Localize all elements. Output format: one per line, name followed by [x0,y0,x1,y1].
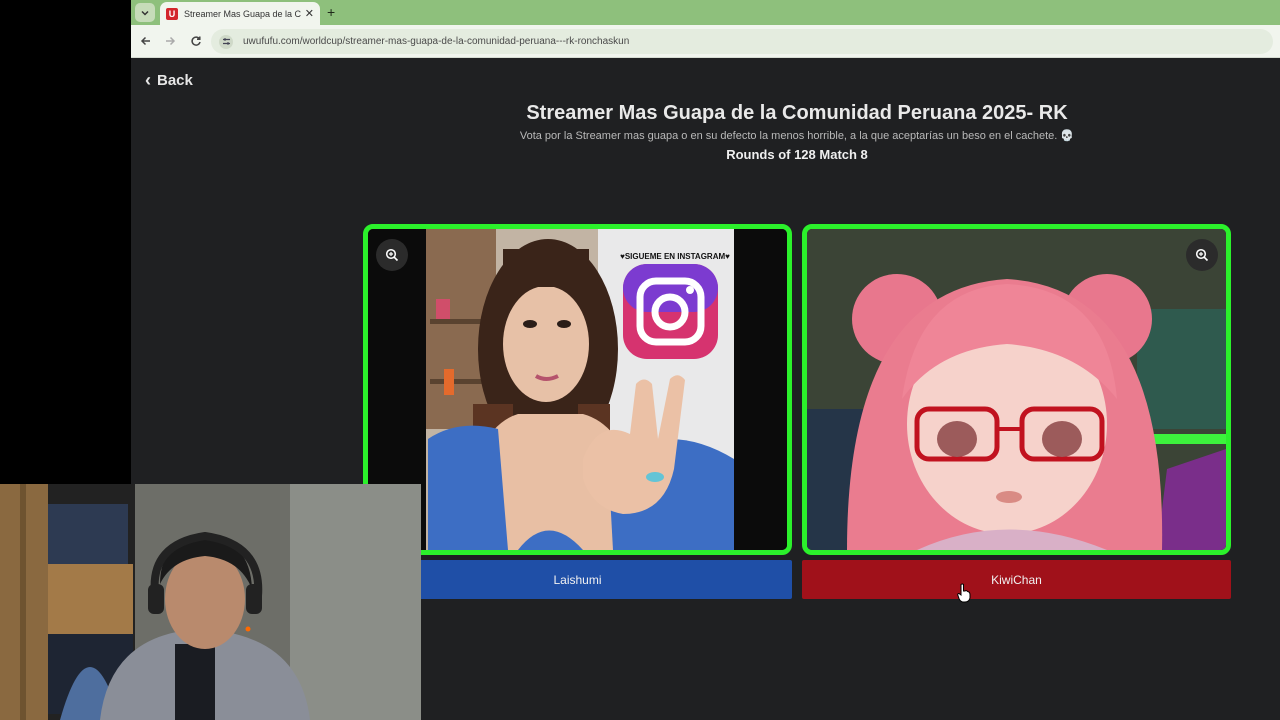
zoom-in-icon[interactable] [376,239,408,271]
webcam-overlay [0,484,421,720]
site-info-icon[interactable] [219,34,233,49]
page-title: Streamer Mas Guapa de la Comunidad Perua… [526,102,1068,124]
vote-button-left[interactable]: Laishumi [363,560,792,599]
arrow-right-icon[interactable] [162,33,178,49]
tab-title: Streamer Mas Guapa de la Comunidad Perua… [184,8,301,19]
candidate-name-right: KiwiChan [991,572,1042,587]
screen: U Streamer Mas Guapa de la Comunidad Per… [0,0,1280,720]
webcam-feed [0,484,421,720]
candidate-name-left: Laishumi [553,572,602,587]
hand-cursor-icon [957,583,971,603]
candidate-image-laishumi: ♥SIGUEME EN INSTAGRAM♥ [368,229,787,550]
page-description: Vota por la Streamer mas guapa o en su d… [519,130,1075,142]
close-icon[interactable]: ✕ [305,7,314,20]
url-text: uwufufu.com/worldcup/streamer-mas-guapa-… [243,36,630,47]
browser-tab[interactable]: U Streamer Mas Guapa de la Comunidad Per… [160,2,320,25]
candidate-card-left[interactable]: ♥SIGUEME EN INSTAGRAM♥ [363,224,792,555]
candidate-image-kiwichan [807,229,1226,550]
back-link[interactable]: ‹ Back [145,70,193,91]
chevron-down-icon [141,10,149,16]
instagram-overlay-text: ♥SIGUEME EN INSTAGRAM♥ [620,252,730,261]
tab-strip: U Streamer Mas Guapa de la Comunidad Per… [131,0,1280,25]
plus-icon[interactable]: + [327,4,335,20]
vote-button-right[interactable]: KiwiChan [802,560,1231,599]
zoom-in-icon[interactable] [1186,239,1218,271]
address-bar[interactable]: uwufufu.com/worldcup/streamer-mas-guapa-… [211,29,1273,54]
browser-toolbar: uwufufu.com/worldcup/streamer-mas-guapa-… [131,25,1280,58]
reload-icon[interactable] [188,33,204,49]
tab-search-button[interactable] [135,3,155,22]
round-info: Rounds of 128 Match 8 [726,147,868,162]
tab-favicon: U [166,7,178,20]
back-label: Back [157,72,193,89]
arrow-left-icon[interactable] [138,33,154,49]
candidate-card-right[interactable] [802,224,1231,555]
chevron-left-icon: ‹ [145,70,151,90]
